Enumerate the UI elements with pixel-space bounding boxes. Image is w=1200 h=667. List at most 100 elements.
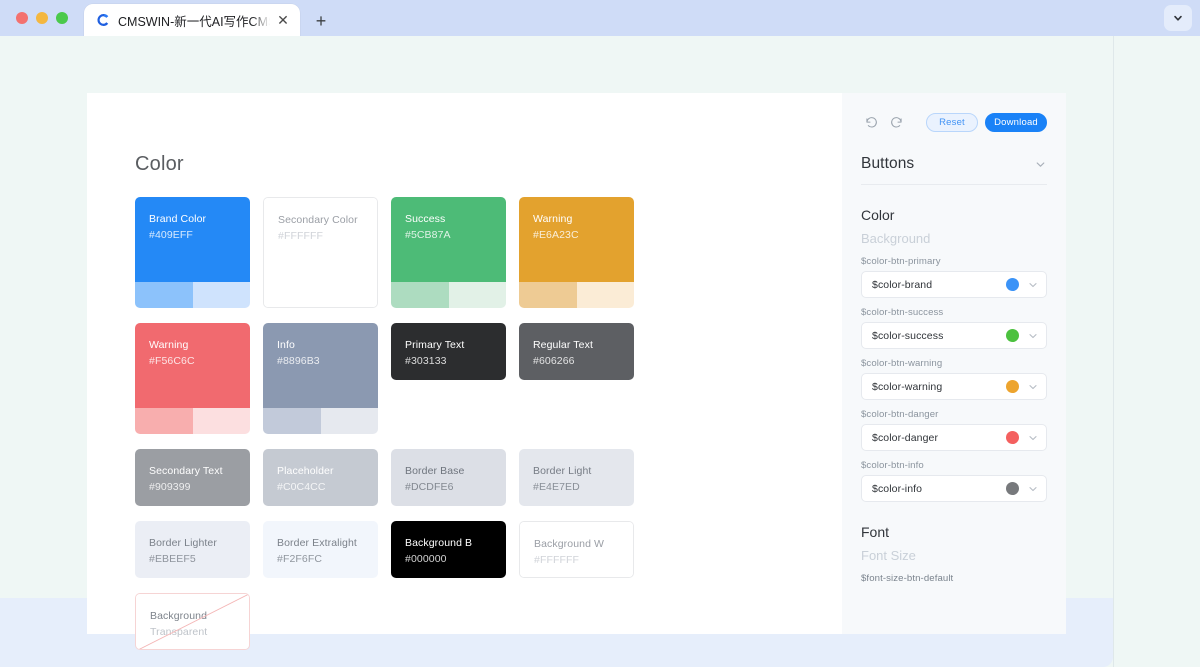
page-right-divider (1113, 36, 1114, 667)
field-label: $color-btn-warning (861, 358, 943, 369)
swatch-hex-value: #909399 (149, 481, 191, 493)
swatch-label: Secondary Color (278, 214, 358, 226)
field-label-font-size-btn-default: $font-size-btn-default (861, 573, 954, 584)
swatch-hex-value: #606266 (533, 355, 575, 367)
reset-button[interactable]: Reset (926, 113, 978, 132)
color-preview-dot (1006, 329, 1019, 342)
color-select[interactable]: $color-success (861, 322, 1047, 349)
panel-toolbar: Reset Download (842, 93, 1066, 137)
field-label: $color-btn-primary (861, 256, 941, 267)
group-subtitle-font-size: Font Size (861, 548, 916, 563)
color-swatch[interactable]: Background Transparent (135, 593, 250, 650)
color-field: $color-btn-primary $color-brand (861, 256, 1047, 298)
swatch-variant (391, 282, 449, 308)
group-title-font: Font (861, 524, 890, 540)
chevron-down-icon (1174, 15, 1182, 21)
new-tab-button[interactable]: + (308, 8, 334, 34)
chevron-down-icon[interactable] (1027, 381, 1039, 393)
color-swatch[interactable]: Primary Text #303133 (391, 323, 506, 380)
minimize-window-button[interactable] (36, 12, 48, 24)
page-title: Color (135, 153, 184, 175)
color-swatch[interactable]: Secondary Text #909399 (135, 449, 250, 506)
chevron-down-icon[interactable] (1034, 158, 1047, 171)
color-swatch[interactable]: Warning #F56C6C (135, 323, 250, 434)
swatch-label: Border Light (533, 465, 592, 477)
color-select[interactable]: $color-brand (861, 271, 1047, 298)
color-swatch[interactable]: Border Lighter #EBEEF5 (135, 521, 250, 578)
color-swatch[interactable]: Border Base #DCDFE6 (391, 449, 506, 506)
swatch-variant (135, 408, 193, 434)
download-button[interactable]: Download (985, 113, 1047, 132)
chevron-down-icon[interactable] (1027, 432, 1039, 444)
swatch-body: Secondary Text #909399 (135, 449, 250, 506)
maximize-window-button[interactable] (56, 12, 68, 24)
color-field: $color-btn-danger $color-danger (861, 409, 1047, 451)
color-swatch[interactable]: Border Extralight #F2F6FC (263, 521, 378, 578)
color-select-value: $color-brand (872, 278, 933, 291)
swatch-label: Warning (533, 213, 573, 225)
swatch-hex-value: #C0C4CC (277, 481, 326, 493)
color-select[interactable]: $color-info (861, 475, 1047, 502)
swatch-hex-value: #DCDFE6 (405, 481, 454, 493)
color-swatch[interactable]: Warning #E6A23C (519, 197, 634, 308)
chevron-down-icon[interactable] (1027, 279, 1039, 291)
section-header-buttons[interactable]: Buttons (861, 137, 1047, 185)
group-title-color: Color (861, 207, 895, 223)
swatch-hex-value: #F2F6FC (277, 553, 323, 565)
swatch-label: Warning (149, 339, 189, 351)
field-label: $color-btn-danger (861, 409, 939, 420)
settings-panel: Reset Download Buttons Color Background … (842, 93, 1066, 634)
swatch-variant-strip (263, 408, 378, 434)
close-window-button[interactable] (16, 12, 28, 24)
color-swatch[interactable]: Info #8896B3 (263, 323, 378, 434)
swatch-body: Brand Color #409EFF (135, 197, 250, 282)
color-swatch[interactable]: Background B #000000 (391, 521, 506, 578)
swatch-variant (448, 282, 506, 308)
color-swatch[interactable]: Background W #FFFFFF (519, 521, 634, 578)
color-field: $color-btn-success $color-success (861, 307, 1047, 349)
color-swatch[interactable]: Brand Color #409EFF (135, 197, 250, 308)
tab-list-menu-button[interactable] (1164, 5, 1192, 31)
color-swatch[interactable]: Placeholder #C0C4CC (263, 449, 378, 506)
swatch-hex-value: #409EFF (149, 229, 193, 241)
swatch-hex-value: #F56C6C (149, 355, 195, 367)
undo-icon[interactable] (861, 113, 881, 133)
swatch-body: Border Extralight #F2F6FC (263, 521, 378, 578)
swatch-variant (192, 408, 250, 434)
color-preview-dot (1006, 482, 1019, 495)
swatch-label: Primary Text (405, 339, 465, 351)
swatch-hex-value: #E4E7ED (533, 481, 580, 493)
window-controls (16, 12, 68, 24)
swatch-hex-value: #303133 (405, 355, 447, 367)
chevron-down-icon[interactable] (1027, 483, 1039, 495)
group-subtitle-background: Background (861, 231, 931, 246)
swatch-body: Success #5CB87A (391, 197, 506, 282)
color-swatch[interactable]: Regular Text #606266 (519, 323, 634, 380)
color-fields-list: $color-btn-primary $color-brand $color-btn… (861, 256, 1047, 502)
swatch-label: Border Lighter (149, 537, 217, 549)
redo-icon[interactable] (886, 113, 906, 133)
swatch-label: Background B (405, 537, 473, 549)
panel-body: Buttons Color Background $color-btn-prim… (842, 137, 1066, 584)
swatch-body: Background Transparent (136, 594, 249, 649)
swatch-variant (263, 408, 321, 434)
swatch-body: Info #8896B3 (263, 323, 378, 408)
swatch-variant (519, 282, 577, 308)
close-icon[interactable]: ✕ (274, 11, 292, 29)
field-label: $color-btn-success (861, 307, 944, 318)
color-select-value: $color-danger (872, 431, 939, 444)
swatch-body: Secondary Color #FFFFFF (264, 198, 377, 307)
color-select-value: $color-success (872, 329, 944, 342)
color-field: $color-btn-info $color-info (861, 460, 1047, 502)
swatch-hex-value: #5CB87A (405, 229, 451, 241)
color-swatch[interactable]: Secondary Color #FFFFFF (263, 197, 378, 308)
swatch-hex-value: #EBEEF5 (149, 553, 196, 565)
browser-tab[interactable]: CMSWIN-新一代AI写作CMS-智 ✕ (84, 4, 300, 36)
color-select-value: $color-warning (872, 380, 943, 393)
color-swatch[interactable]: Border Light #E4E7ED (519, 449, 634, 506)
color-select[interactable]: $color-warning (861, 373, 1047, 400)
chevron-down-icon[interactable] (1027, 330, 1039, 342)
color-select[interactable]: $color-danger (861, 424, 1047, 451)
cmswin-logo-icon (94, 12, 111, 29)
color-swatch[interactable]: Success #5CB87A (391, 197, 506, 308)
